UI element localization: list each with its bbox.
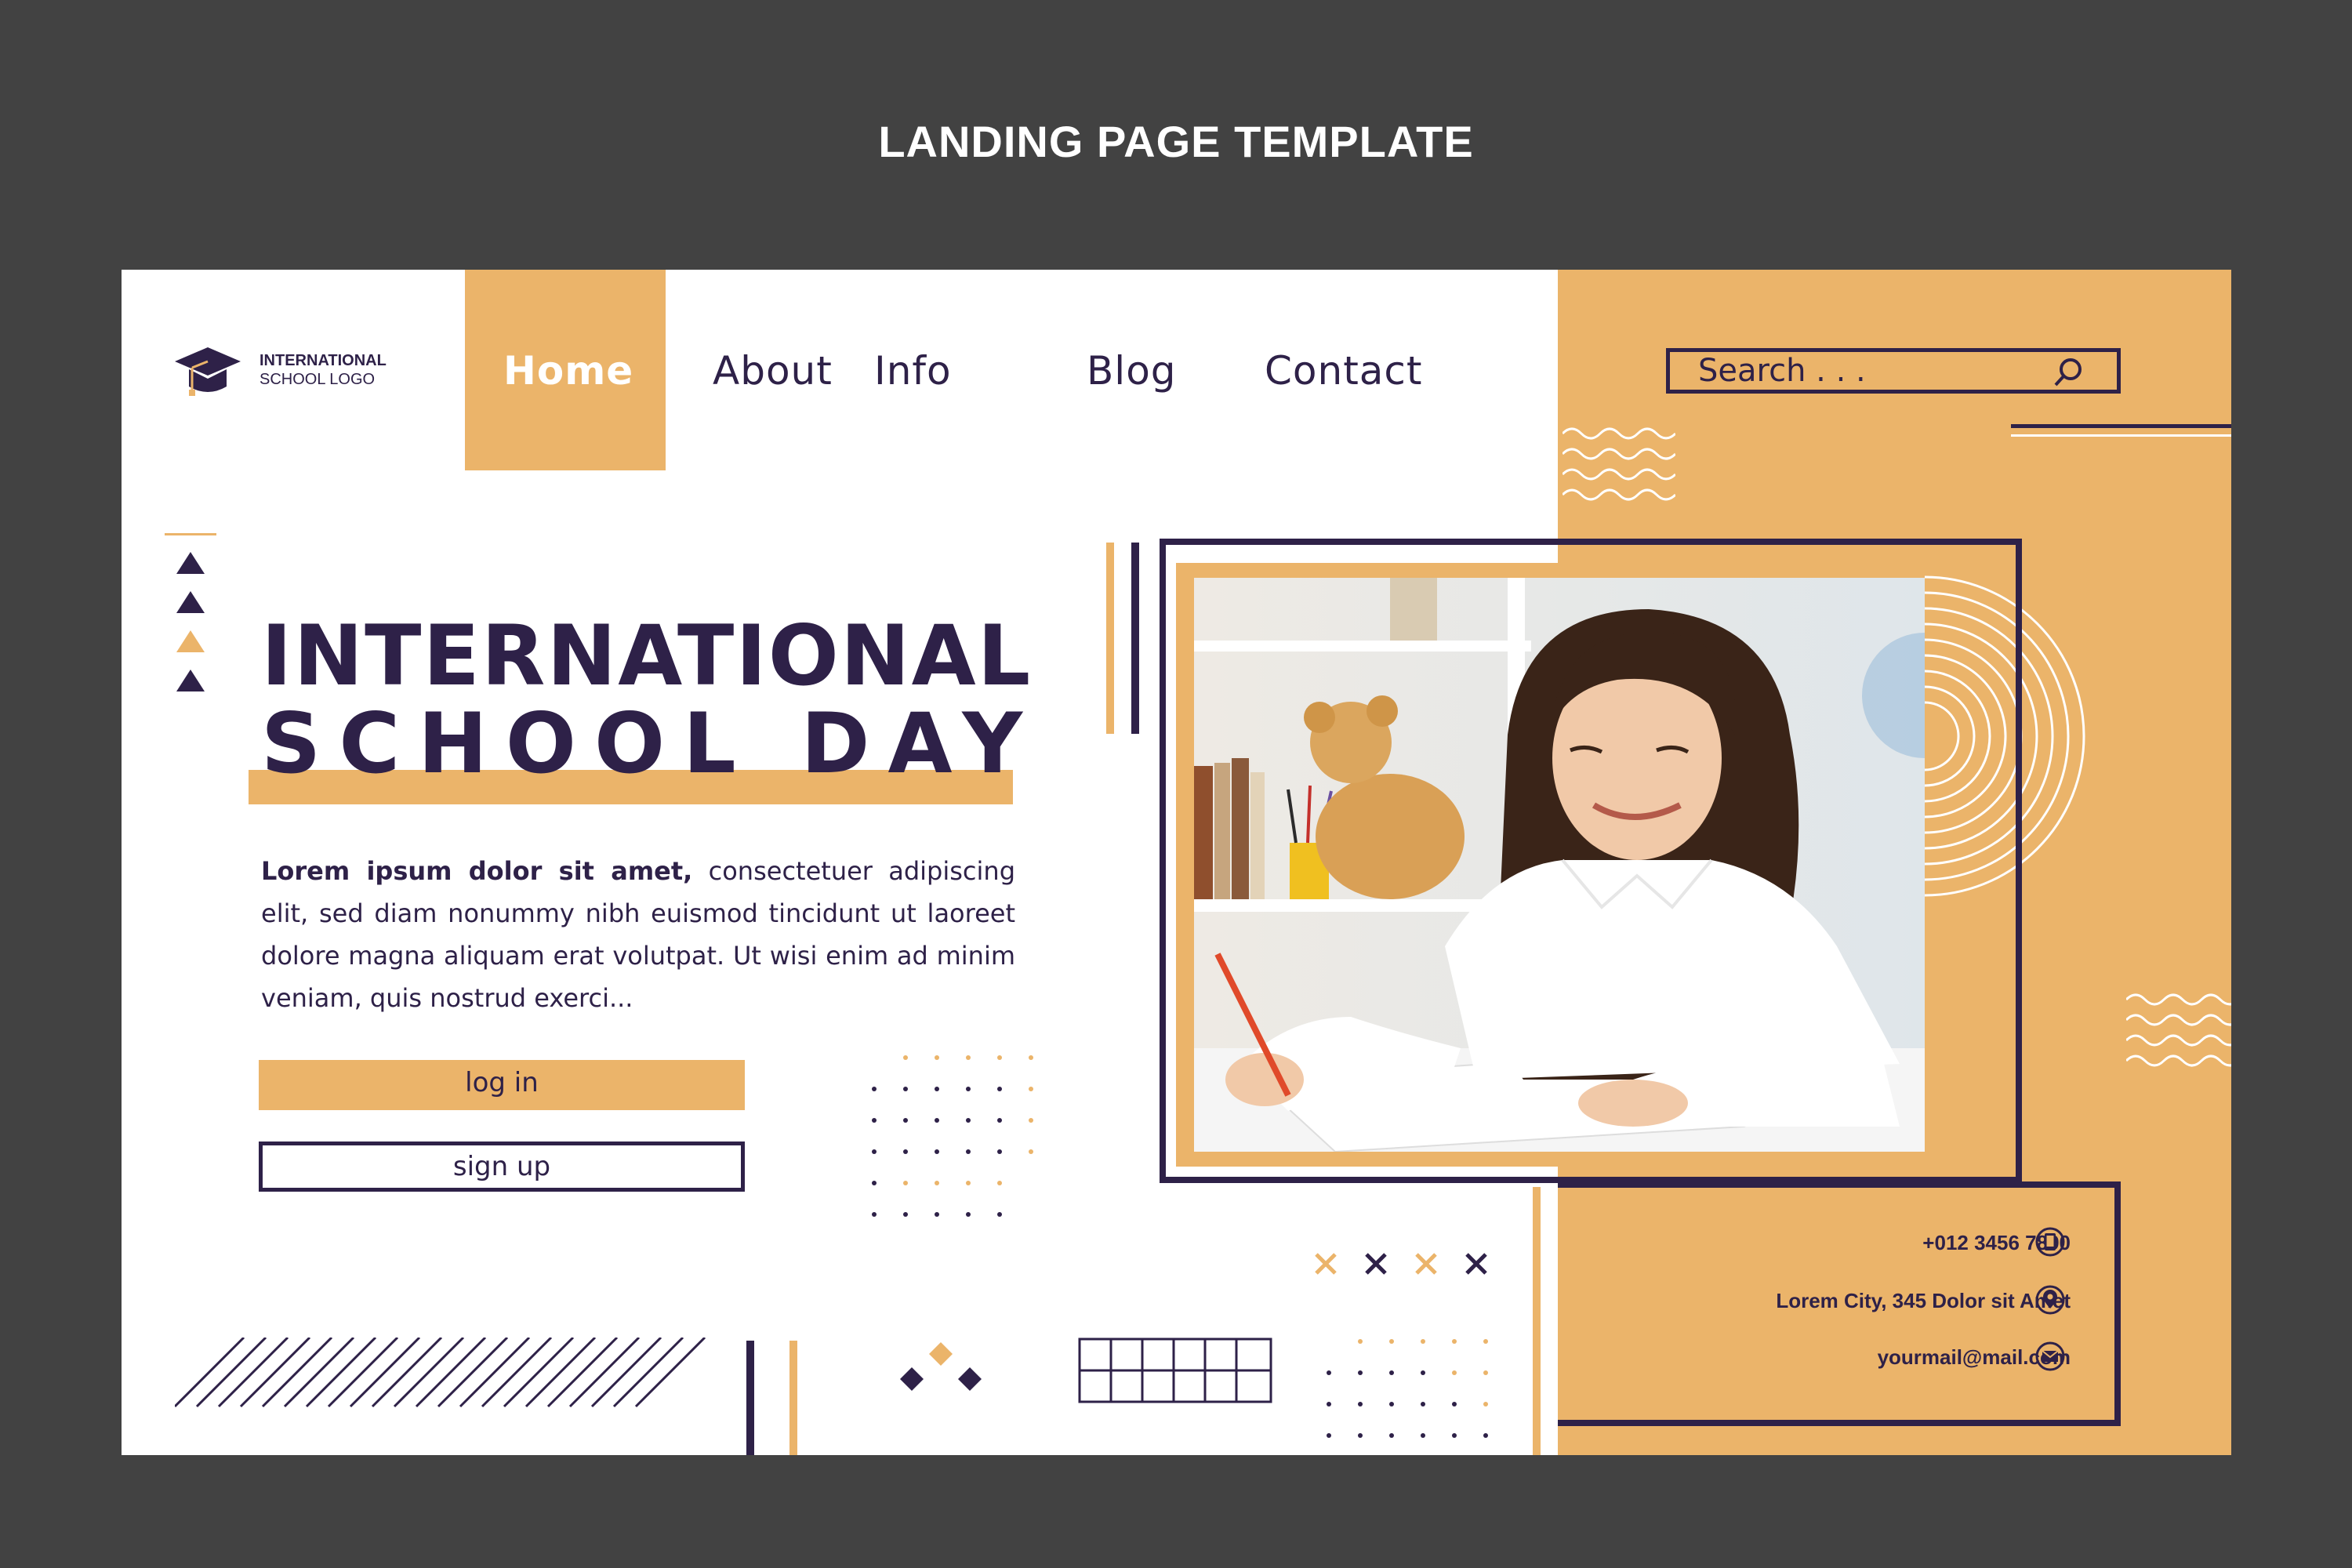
hero-photo — [1194, 578, 1925, 1152]
student-writing-illustration — [1194, 578, 1925, 1152]
decor-bar — [1131, 543, 1139, 734]
decor-bar — [789, 1341, 797, 1455]
hero-description-lead: Lorem ipsum dolor sit amet, — [261, 856, 693, 886]
nav-blog[interactable]: Blog — [1087, 348, 1177, 394]
logo-line2: SCHOOL LOGO — [260, 371, 376, 388]
page-caption: LANDING PAGE TEMPLATE — [878, 117, 1474, 166]
signup-button[interactable]: sign up — [259, 1142, 745, 1192]
wave-decoration — [2126, 993, 2231, 1067]
dot-grid-decoration — [1327, 1339, 1488, 1438]
login-button[interactable]: log in — [259, 1060, 745, 1110]
grid-table-decoration — [1078, 1338, 1272, 1403]
landing-page-canvas: INTERNATIONAL SCHOOL LOGO Home About Inf… — [122, 270, 2231, 1455]
wave-decoration — [1563, 427, 1675, 501]
decor-line — [2011, 424, 2231, 428]
search-input[interactable] — [1698, 354, 2043, 388]
logo-line1: INTERNATIONAL — [260, 352, 387, 369]
search-bar[interactable] — [1666, 348, 2121, 394]
nav-home[interactable]: Home — [503, 348, 633, 394]
nav-about[interactable]: About — [713, 348, 833, 394]
location-pin-icon — [2035, 1285, 2065, 1315]
decor-line — [165, 533, 216, 535]
phone-icon — [2035, 1227, 2065, 1257]
decor-bar — [1533, 1187, 1541, 1455]
mail-icon — [2035, 1341, 2065, 1371]
graduation-cap-icon — [175, 347, 241, 396]
hero-description: Lorem ipsum dolor sit amet, consectetuer… — [261, 850, 1015, 1019]
hero-title-line1: INTERNATIONAL — [261, 608, 1033, 704]
nav-contact[interactable]: Contact — [1265, 348, 1423, 394]
logo-text: INTERNATIONAL SCHOOL LOGO — [260, 351, 387, 389]
dot-grid-decoration — [872, 1055, 1033, 1217]
decor-bar — [1106, 543, 1114, 734]
hero-title-line2: SCHOOL DAY — [261, 695, 1041, 792]
contact-address: Lorem City, 345 Dolor sit Amet — [1776, 1289, 2071, 1312]
nav-info[interactable]: Info — [874, 348, 952, 394]
search-icon[interactable] — [2053, 357, 2084, 388]
diagonal-lines-decoration — [175, 1338, 706, 1408]
school-logo[interactable]: INTERNATIONAL SCHOOL LOGO — [175, 344, 387, 396]
x-marks-decoration — [1315, 1253, 1487, 1275]
triangles-decoration — [176, 552, 205, 691]
diamonds-decoration — [900, 1342, 982, 1391]
decor-bar — [746, 1341, 754, 1455]
decor-line — [2011, 434, 2231, 437]
